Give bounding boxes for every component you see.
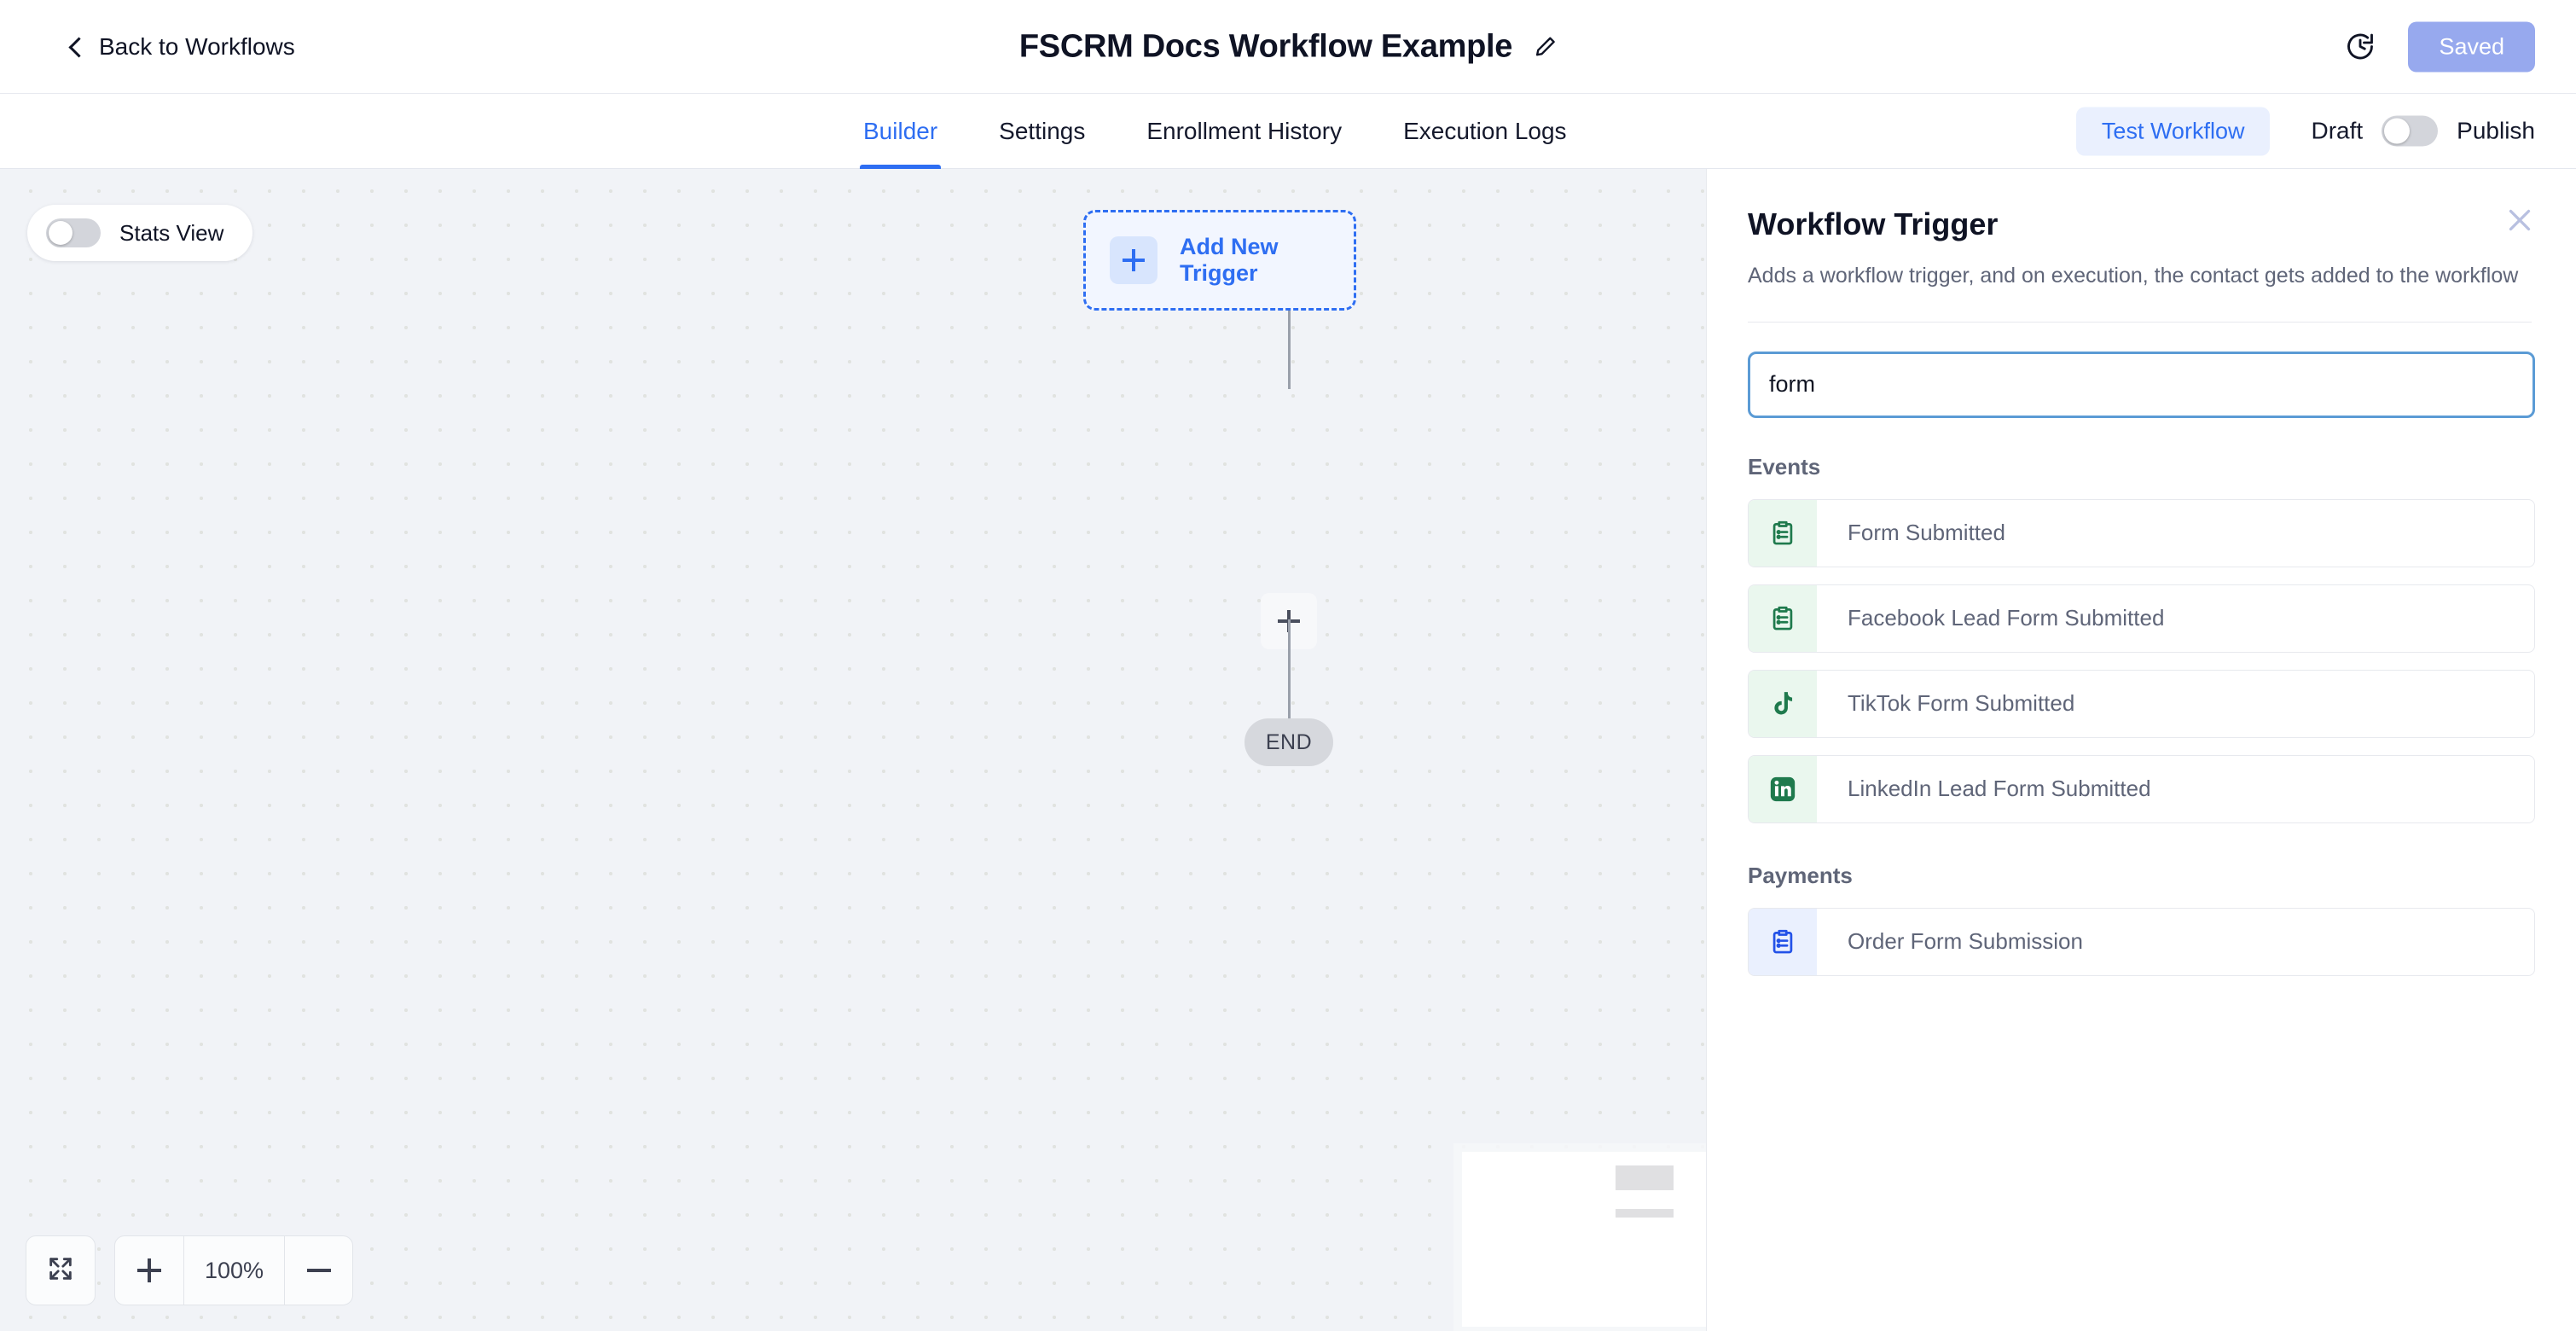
back-to-workflows-label: Back to Workflows <box>99 32 295 60</box>
save-status-button[interactable]: Saved <box>2408 21 2535 72</box>
stats-view-switch[interactable] <box>46 218 101 247</box>
trigger-search-input[interactable] <box>1748 351 2535 418</box>
page-title: FSCRM Docs Workflow Example <box>1018 28 1513 64</box>
draft-label: Draft <box>2311 117 2364 144</box>
canvas-minimap[interactable] <box>1462 1152 1706 1327</box>
panel-body: Events Form Submitted <box>1707 323 2576 976</box>
canvas-zoom-controls: 100% <box>26 1235 353 1305</box>
workflow-title-group: FSCRM Docs Workflow Example <box>1019 28 1557 65</box>
trigger-option-label: TikTok Form Submitted <box>1848 690 2075 717</box>
close-icon[interactable] <box>2504 205 2535 235</box>
tab-builder[interactable]: Builder <box>860 94 942 169</box>
plus-icon <box>1110 236 1157 284</box>
linkedin-icon <box>1749 755 1817 822</box>
back-to-workflows-button[interactable]: Back to Workflows <box>67 33 295 61</box>
chevron-left-icon <box>67 38 85 56</box>
zoom-out-button[interactable] <box>284 1236 352 1305</box>
trigger-option-label: LinkedIn Lead Form Submitted <box>1848 776 2151 802</box>
edge-trigger-to-plus <box>1288 311 1291 389</box>
fit-to-screen-icon <box>46 1254 75 1287</box>
zoom-in-button[interactable] <box>115 1236 183 1305</box>
clock-history-icon[interactable] <box>2345 32 2376 62</box>
stats-view-label: Stats View <box>119 219 224 246</box>
tab-list: Builder Settings Enrollment History Exec… <box>860 94 1570 169</box>
clipboard-list-icon <box>1749 584 1817 652</box>
test-workflow-button[interactable]: Test Workflow <box>2075 107 2271 155</box>
workflow-canvas[interactable]: Stats View Add New Trigger END 100% <box>0 169 1706 1331</box>
top-bar: Back to Workflows FSCRM Docs Workflow Ex… <box>0 0 2576 94</box>
trigger-option-facebook-lead-form-submitted[interactable]: Facebook Lead Form Submitted <box>1748 584 2535 653</box>
add-new-trigger-node[interactable]: Add New Trigger <box>1083 210 1356 311</box>
tab-bar: Builder Settings Enrollment History Exec… <box>0 94 2576 169</box>
clipboard-list-icon <box>1749 499 1817 567</box>
group-title-payments: Payments <box>1748 862 1853 888</box>
topbar-actions: Saved <box>2345 21 2535 72</box>
tab-execution-logs[interactable]: Execution Logs <box>1400 94 1569 169</box>
edge-plus-to-end <box>1288 619 1291 729</box>
zoom-level-label: 100% <box>183 1236 284 1305</box>
tiktok-icon <box>1749 670 1817 737</box>
panel-header: Workflow Trigger Adds a workflow trigger… <box>1707 169 2576 323</box>
search-field-wrap <box>1748 351 2535 418</box>
trigger-option-label: Facebook Lead Form Submitted <box>1848 605 2165 631</box>
panel-title: Workflow Trigger <box>1748 206 1999 241</box>
stats-view-toggle[interactable]: Stats View <box>27 205 253 261</box>
publish-label: Publish <box>2457 117 2535 144</box>
publish-toggle[interactable] <box>2382 115 2439 147</box>
workflow-trigger-panel: Workflow Trigger Adds a workflow trigger… <box>1706 169 2576 1331</box>
trigger-option-form-submitted[interactable]: Form Submitted <box>1748 498 2535 567</box>
fit-to-screen-button[interactable] <box>26 1235 96 1305</box>
minimap-node-trigger <box>1616 1165 1674 1190</box>
publish-toggle-group: Draft Publish <box>2311 115 2535 147</box>
pencil-icon[interactable] <box>1535 36 1557 58</box>
trigger-option-label: Form Submitted <box>1848 520 2005 546</box>
panel-divider <box>1748 321 2532 323</box>
tab-bar-actions: Test Workflow Draft Publish <box>2075 107 2535 155</box>
add-new-trigger-label: Add New Trigger <box>1180 234 1279 286</box>
trigger-option-label: Order Form Submission <box>1848 928 2083 955</box>
trigger-option-order-form-submission[interactable]: Order Form Submission <box>1748 907 2535 976</box>
group-title-events: Events <box>1748 453 1821 480</box>
tab-enrollment-history[interactable]: Enrollment History <box>1143 94 1345 169</box>
panel-description: Adds a workflow trigger, and on executio… <box>1748 264 2519 288</box>
trigger-option-tiktok-form-submitted[interactable]: TikTok Form Submitted <box>1748 669 2535 738</box>
end-node: END <box>1244 718 1333 766</box>
zoom-group: 100% <box>114 1235 353 1305</box>
clipboard-list-icon <box>1749 908 1817 975</box>
tab-settings[interactable]: Settings <box>995 94 1088 169</box>
stats-view-switch-knob <box>49 221 73 245</box>
trigger-option-linkedin-lead-form-submitted[interactable]: LinkedIn Lead Form Submitted <box>1748 754 2535 823</box>
publish-toggle-knob <box>2384 118 2411 144</box>
minimap-node-end <box>1616 1209 1674 1218</box>
